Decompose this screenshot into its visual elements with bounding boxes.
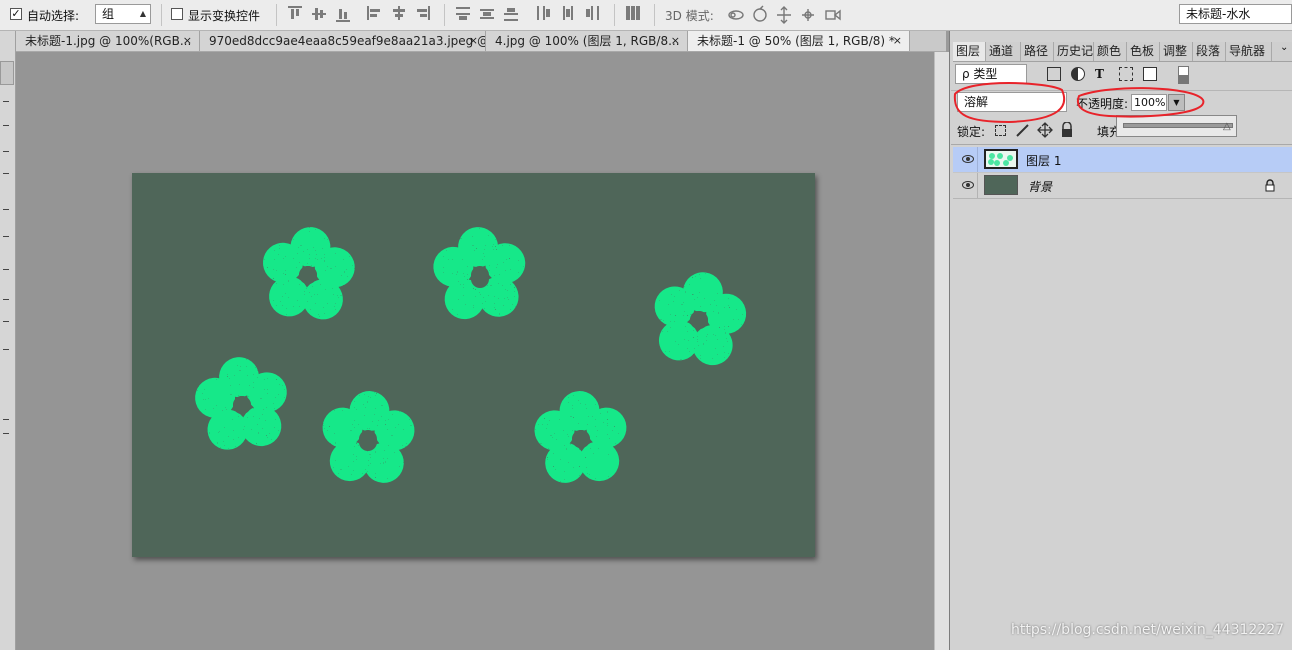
- tool-gradient-icon[interactable]: [3, 321, 9, 322]
- doc-tab-1[interactable]: 未标题-1.jpg @ 100%(RGB... ×: [16, 31, 200, 51]
- combo-arrow-icon: ▲: [139, 9, 146, 18]
- align-right-icon[interactable]: [415, 6, 431, 22]
- tab-paths[interactable]: 路径: [1021, 42, 1054, 61]
- 3d-drag-icon: [777, 6, 791, 24]
- doc-tab-label: 970ed8dcc9ae4eaa8c59eaf9e8aa21a3.jpeg @.…: [209, 34, 486, 48]
- show-transform-label: 显示变换控件: [188, 9, 261, 23]
- 3d-mode-label: 3D 模式:: [665, 9, 714, 23]
- align-left-icon[interactable]: [367, 6, 383, 22]
- options-bar: ✓ 自动选择: 组 ▲ 显示变换控件 3D 模式: 未标题-水水: [0, 0, 1292, 31]
- distribute-bottom-icon[interactable]: [504, 6, 520, 22]
- doc-tab-label: 未标题-1.jpg @ 100%(RGB...: [25, 34, 192, 48]
- 3d-tools: [728, 5, 841, 24]
- workspace-value: 未标题-水水: [1186, 7, 1251, 21]
- divider: [614, 4, 615, 26]
- auto-select-label: 自动选择:: [27, 9, 80, 23]
- distribute-top-icon[interactable]: [456, 6, 472, 22]
- divider: [161, 4, 162, 26]
- close-icon[interactable]: ×: [893, 31, 902, 51]
- tab-color[interactable]: 颜色: [1094, 42, 1127, 61]
- 3d-roll-icon: [753, 5, 767, 22]
- watermark-text: https://blog.csdn.net/weixin_44312227: [1011, 622, 1285, 638]
- flower-artwork: [191, 223, 752, 485]
- eye-icon[interactable]: [962, 181, 974, 189]
- tab-channels[interactable]: 通道: [986, 42, 1021, 61]
- layer-row[interactable]: 背景: [953, 173, 1292, 199]
- panel-menu-icon[interactable]: ⌄: [1280, 42, 1288, 53]
- tab-swatches[interactable]: 色板: [1127, 42, 1160, 61]
- tab-paragraph[interactable]: 段落: [1193, 42, 1226, 61]
- tool-quick-select-icon[interactable]: [3, 151, 9, 152]
- tool-dodge-icon[interactable]: [3, 349, 9, 350]
- auto-select-dropdown[interactable]: 组 ▲: [95, 4, 151, 24]
- tool-marquee-icon[interactable]: [3, 101, 9, 102]
- divider: [276, 4, 277, 26]
- layer-thumbnail: [984, 175, 1018, 195]
- tool-eraser-icon[interactable]: [3, 299, 9, 300]
- auto-select-value: 组: [102, 7, 115, 21]
- tool-crop-icon[interactable]: [3, 173, 9, 174]
- align-bottom-icon[interactable]: [336, 6, 352, 22]
- distribute-vcenter-icon[interactable]: [480, 6, 496, 22]
- doc-tab-3[interactable]: 4.jpg @ 100% (图层 1, RGB/8... ×: [486, 31, 688, 51]
- close-icon[interactable]: ×: [671, 31, 680, 51]
- auto-select-checkbox[interactable]: ✓: [10, 8, 22, 20]
- distribute-right-icon[interactable]: [584, 6, 600, 22]
- eye-icon[interactable]: [962, 155, 974, 163]
- document-canvas[interactable]: [132, 173, 815, 557]
- tool-move[interactable]: [0, 61, 14, 85]
- layer-name[interactable]: 背景: [1028, 178, 1052, 195]
- panel-tabs: 图层 通道 路径 历史记 颜色 色板 调整 段落 导航器 ⌄: [953, 42, 1292, 62]
- auto-align-icon[interactable]: [626, 6, 642, 22]
- divider: [654, 4, 655, 26]
- 3d-rotate-icon: [728, 10, 744, 20]
- tool-eyedropper-icon[interactable]: [3, 209, 9, 210]
- doc-tab-label: 4.jpg @ 100% (图层 1, RGB/8...: [495, 34, 680, 48]
- vertical-scrollbar[interactable]: [934, 52, 949, 650]
- doc-tab-4-active[interactable]: 未标题-1 @ 50% (图层 1, RGB/8) * ×: [688, 31, 910, 51]
- close-icon[interactable]: ×: [183, 31, 192, 51]
- tab-navigator[interactable]: 导航器: [1226, 42, 1272, 61]
- close-icon[interactable]: ×: [469, 31, 478, 51]
- align-hcenter-icon[interactable]: [391, 6, 407, 22]
- tool-lasso-icon[interactable]: [3, 125, 9, 126]
- align-vcenter-icon[interactable]: [312, 6, 328, 22]
- opacity-slider-thumb[interactable]: △: [1223, 121, 1231, 132]
- tools-panel: [0, 31, 16, 650]
- tool-stamp-icon[interactable]: [3, 269, 9, 270]
- distribute-left-icon[interactable]: [536, 6, 552, 22]
- layer-thumbnail: [984, 149, 1018, 169]
- align-top-icon[interactable]: [288, 6, 304, 22]
- tool-pen-icon[interactable]: [3, 419, 9, 420]
- annotation-circles: [953, 82, 1205, 124]
- layer-row[interactable]: 图层 1: [953, 147, 1292, 173]
- tool-brush-icon[interactable]: [3, 236, 9, 237]
- divider: [977, 147, 978, 172]
- tab-history[interactable]: 历史记: [1054, 42, 1094, 61]
- 3d-slide-icon: [802, 9, 814, 21]
- document-tabs: 未标题-1.jpg @ 100%(RGB... × 970ed8dcc9ae4e…: [16, 31, 946, 52]
- layer-name[interactable]: 图层 1: [1026, 152, 1061, 169]
- divider: [444, 4, 445, 26]
- workspace-dropdown[interactable]: 未标题-水水: [1179, 4, 1292, 24]
- distribute-hcenter-icon[interactable]: [560, 6, 576, 22]
- tab-adjustments[interactable]: 调整: [1160, 42, 1193, 61]
- doc-tab-2[interactable]: 970ed8dcc9ae4eaa8c59eaf9e8aa21a3.jpeg @.…: [200, 31, 486, 51]
- 3d-scale-icon: [825, 9, 841, 21]
- show-transform-checkbox[interactable]: [171, 8, 183, 20]
- lock-icon: [1265, 179, 1275, 192]
- divider: [951, 144, 1292, 145]
- divider: [977, 173, 978, 198]
- tool-text-icon[interactable]: [3, 433, 9, 434]
- doc-tab-label: 未标题-1 @ 50% (图层 1, RGB/8) *: [697, 34, 895, 48]
- tab-layers[interactable]: 图层: [953, 42, 986, 61]
